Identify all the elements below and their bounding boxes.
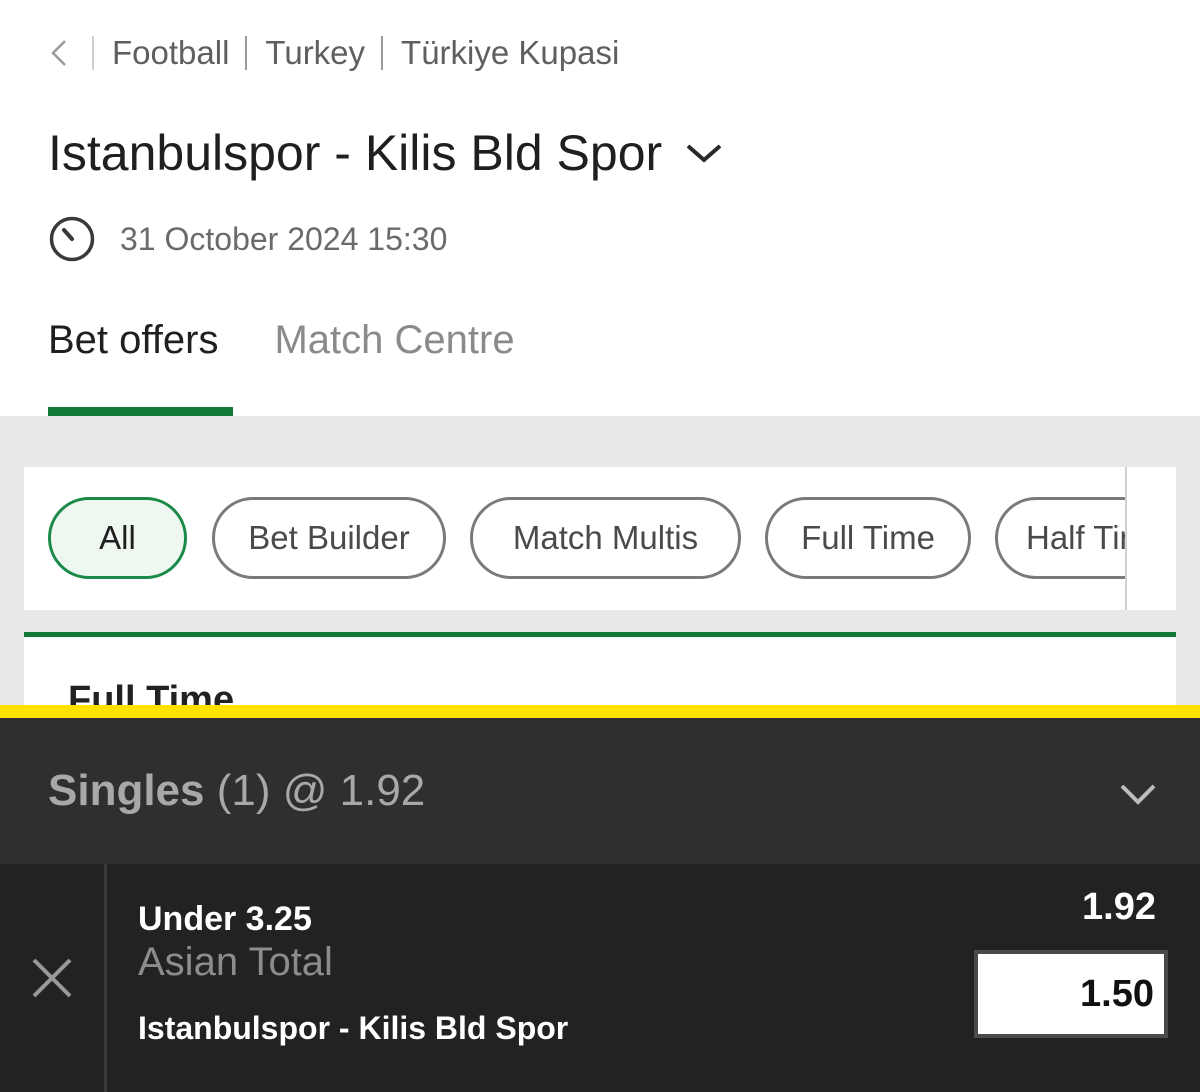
- stake-input[interactable]: [974, 950, 1168, 1038]
- breadcrumb-item-football[interactable]: Football: [112, 34, 229, 72]
- filter-chip-half-time[interactable]: Half Time: [995, 497, 1126, 579]
- close-icon: [32, 958, 72, 998]
- active-tab-indicator: [48, 407, 233, 416]
- tab-bar: Bet offers Match Centre: [48, 318, 515, 416]
- selection-count: (1): [216, 766, 271, 815]
- breadcrumb-item-turkey[interactable]: Turkey: [265, 34, 365, 72]
- page-title: Istanbulspor - Kilis Bld Spor: [48, 125, 663, 181]
- breadcrumb-item-competition[interactable]: Türkiye Kupasi: [401, 34, 619, 72]
- filter-chip-scroller[interactable]: All Bet Builder Match Multis Full Time H…: [24, 467, 1126, 610]
- filter-chip-full-time[interactable]: Full Time: [765, 497, 971, 579]
- bet-slip-accent-bar: [0, 705, 1200, 718]
- match-header: Football Turkey Türkiye Kupasi Istanbuls…: [0, 0, 1200, 416]
- selection-name: Under 3.25: [138, 900, 312, 938]
- remove-selection-button[interactable]: [0, 864, 107, 1092]
- bet-offers-content: All Bet Builder Match Multis Full Time H…: [0, 416, 1200, 716]
- chevron-down-icon: [686, 144, 722, 163]
- bet-slip-selection: Under 3.25 Asian Total Istanbulspor - Ki…: [0, 864, 1200, 1092]
- bet-slip-summary: Singles (1) @ 1.92: [48, 766, 425, 816]
- selection-odds: 1.92: [1082, 886, 1156, 928]
- breadcrumb-separator: [381, 36, 384, 70]
- breadcrumb: Football Turkey Türkiye Kupasi: [50, 30, 619, 76]
- bet-type-label: Singles: [48, 766, 205, 815]
- selection-market: Asian Total: [138, 940, 333, 984]
- filter-bar-divider: [1125, 467, 1127, 610]
- match-datetime: 31 October 2024 15:30: [48, 212, 447, 266]
- bet-slip: Singles (1) @ 1.92 Under 3.25 Asian Tota…: [0, 705, 1200, 1092]
- match-date-text: 31 October 2024 15:30: [120, 220, 448, 257]
- selection-event: Istanbulspor - Kilis Bld Spor: [138, 1010, 569, 1046]
- total-odds: @ 1.92: [282, 766, 426, 815]
- market-filter-bar: All Bet Builder Match Multis Full Time H…: [24, 467, 1176, 610]
- breadcrumb-separator: [92, 36, 94, 70]
- tab-bet-offers[interactable]: Bet offers: [48, 318, 218, 416]
- filter-chip-match-multis[interactable]: Match Multis: [470, 497, 741, 579]
- tab-match-centre[interactable]: Match Centre: [274, 318, 514, 416]
- match-selector-button[interactable]: [684, 133, 728, 173]
- clock-icon: [49, 216, 95, 262]
- collapse-slip-icon[interactable]: [1116, 774, 1160, 814]
- back-button[interactable]: [50, 30, 80, 76]
- bet-slip-header[interactable]: Singles (1) @ 1.92: [0, 718, 1200, 864]
- match-title-row: Istanbulspor - Kilis Bld Spor: [48, 118, 728, 188]
- filter-chip-bet-builder[interactable]: Bet Builder: [212, 497, 446, 579]
- filter-chip-all[interactable]: All: [48, 497, 187, 579]
- market-section-full-time: Full Time: [24, 632, 1176, 716]
- breadcrumb-separator: [245, 36, 248, 70]
- chevron-left-icon: [51, 40, 66, 66]
